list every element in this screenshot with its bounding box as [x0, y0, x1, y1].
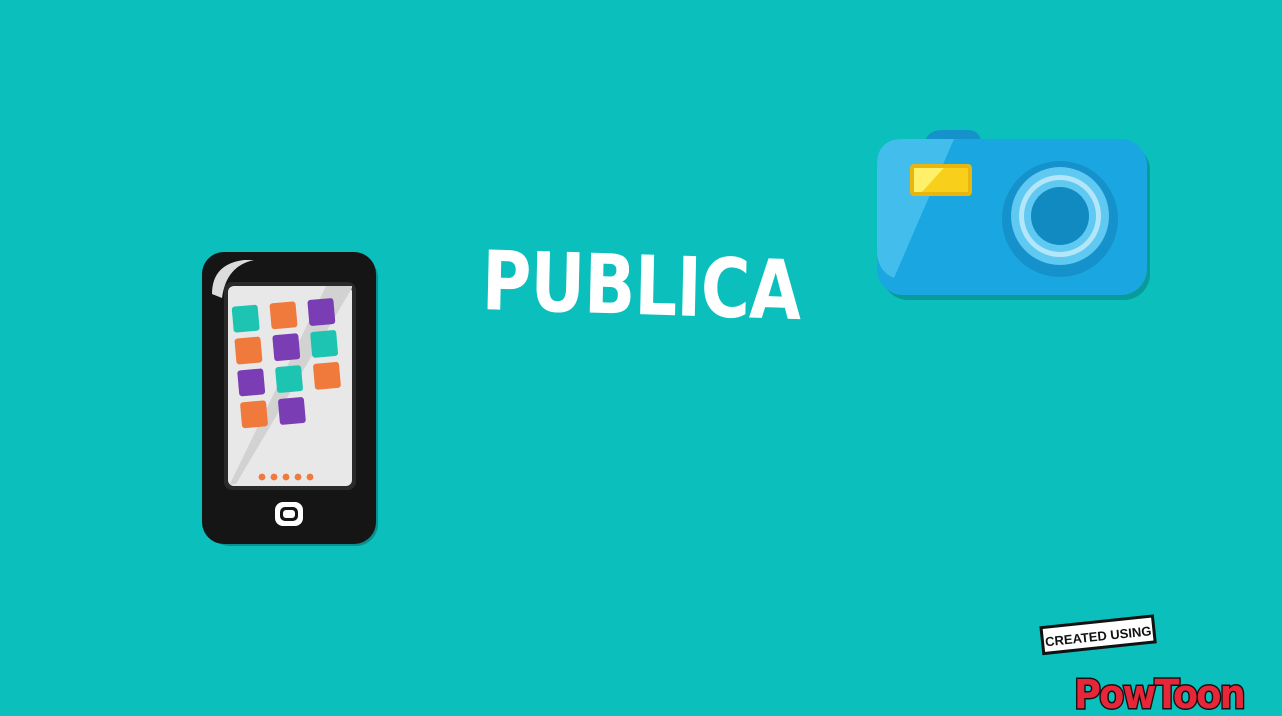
camera-icon [872, 124, 1154, 304]
watermark-brand: PowToon [1074, 672, 1244, 716]
smartphone-icon [196, 248, 382, 548]
slide-stage: PUBLICA CREATED USING PowToon [0, 0, 1282, 716]
slide-title: PUBLICA [480, 234, 802, 340]
powtoon-watermark: CREATED USING PowToon [1036, 612, 1250, 716]
